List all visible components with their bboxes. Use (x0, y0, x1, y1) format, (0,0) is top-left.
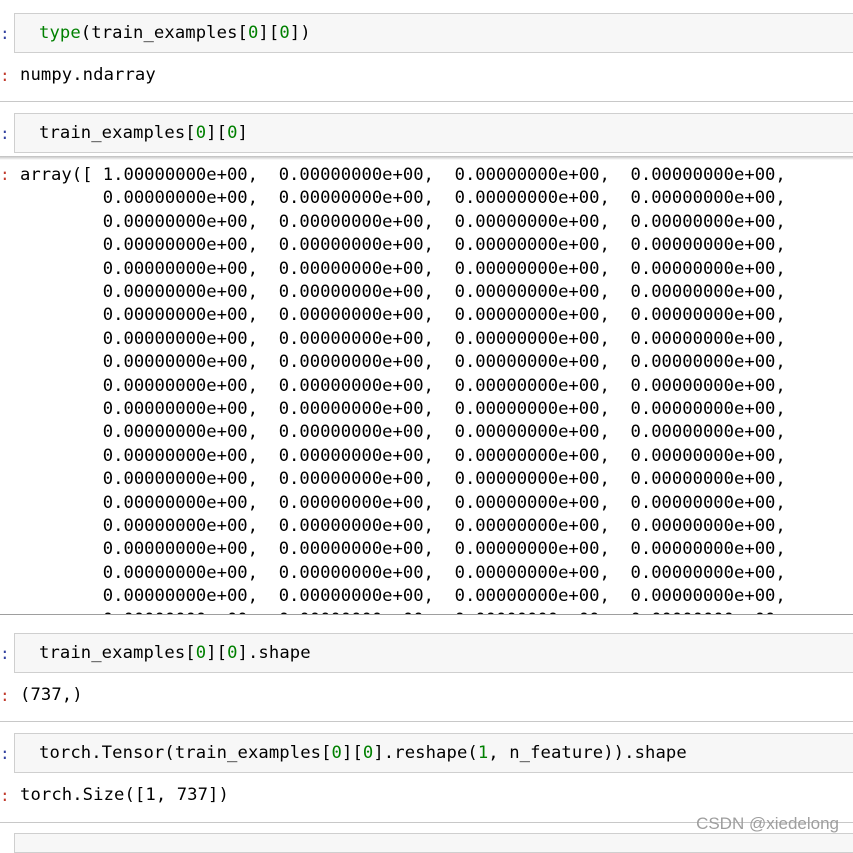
cell3-output: (737,) (20, 685, 83, 705)
array-row: 0.00000000e+00, 0.00000000e+00, 0.000000… (20, 352, 786, 373)
array-row: 0.00000000e+00, 0.00000000e+00, 0.000000… (20, 492, 786, 513)
cell2-output-scroll-area[interactable]: array([ 1.00000000e+00, 0.00000000e+00, … (0, 156, 853, 614)
cell2-input[interactable]: train_examples[0][0] (14, 113, 853, 153)
array-row: 0.00000000e+00, 0.00000000e+00, 0.000000… (20, 399, 786, 419)
cell5-input[interactable] (14, 833, 853, 853)
cell4-in-prompt: : (0, 746, 6, 762)
cell1-in-prompt: : (0, 26, 6, 42)
array-row: 0.00000000e+00, 0.00000000e+00, 0.000000… (20, 235, 786, 256)
array-row: 0.00000000e+00, 0.00000000e+00, 0.000000… (20, 445, 786, 466)
cell3-input[interactable]: train_examples[0][0].shape (14, 633, 853, 673)
cell1-input[interactable]: type(train_examples[0][0]) (14, 13, 853, 53)
array-row: 0.00000000e+00, 0.00000000e+00, 0.000000… (20, 282, 786, 302)
array-row: 0.00000000e+00, 0.00000000e+00, 0.000000… (20, 188, 786, 209)
array-row: 0.00000000e+00, 0.00000000e+00, 0.000000… (20, 586, 786, 607)
cell3-code: train_examples[0][0].shape (39, 643, 311, 663)
cell4-out-prompt: : (0, 788, 6, 804)
cell4-output: torch.Size([1, 737]) (20, 785, 229, 805)
watermark: CSDN @xiedelong (696, 814, 839, 833)
cell3-out-prompt: : (0, 688, 6, 704)
cell2-code: train_examples[0][0] (39, 123, 248, 143)
array-row: 0.00000000e+00, 0.00000000e+00, 0.000000… (20, 328, 786, 349)
cell-divider (0, 721, 853, 722)
array-row: 0.00000000e+00, 0.00000000e+00, 0.000000… (20, 258, 786, 279)
array-row: 0.00000000e+00, 0.00000000e+00, 0.000000… (20, 539, 786, 560)
cell2-in-prompt: : (0, 126, 6, 142)
array-row: 0.00000000e+00, 0.00000000e+00, 0.000000… (20, 469, 786, 490)
array-row: 0.00000000e+00, 0.00000000e+00, 0.000000… (20, 422, 786, 443)
array-first-row: array([ 1.00000000e+00, 0.00000000e+00, … (20, 165, 786, 185)
cell1-code: type(train_examples[0][0]) (39, 23, 311, 43)
cell4-input[interactable]: torch.Tensor(train_examples[0][0].reshap… (14, 733, 853, 773)
cell1-output: numpy.ndarray (20, 65, 156, 85)
array-row: 0.00000000e+00, 0.00000000e+00, 0.000000… (20, 305, 786, 326)
cell1-out-prompt: : (0, 68, 6, 84)
scroll-shadow (0, 156, 853, 160)
cell4-code: torch.Tensor(train_examples[0][0].reshap… (39, 743, 687, 763)
array-row: 0.00000000e+00, 0.00000000e+00, 0.000000… (20, 562, 786, 583)
cell-divider (0, 101, 853, 102)
array-row: 0.00000000e+00, 0.00000000e+00, 0.000000… (20, 211, 786, 232)
array-row: 0.00000000e+00, 0.00000000e+00, 0.000000… (20, 516, 786, 536)
cell3-in-prompt: : (0, 646, 6, 662)
cell-divider (0, 614, 853, 615)
array-row: 0.00000000e+00, 0.00000000e+00, 0.000000… (20, 375, 786, 396)
